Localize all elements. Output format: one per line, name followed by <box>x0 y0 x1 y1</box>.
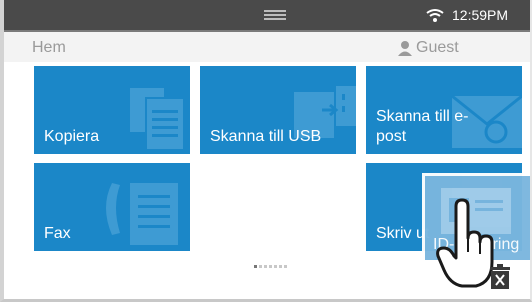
page-title: Hem <box>32 39 66 56</box>
tile-label: Skanna till e-post <box>376 108 469 145</box>
user-login[interactable]: Guest <box>416 39 459 57</box>
home-screen: 12:59PM Hem Guest Kopiera Skanna till US… <box>0 0 532 302</box>
user-icon <box>398 41 412 56</box>
drag-handle-icon[interactable] <box>264 10 286 22</box>
header-bar: Hem Guest <box>4 32 530 62</box>
tile-scan-to-usb[interactable]: Skanna till USB <box>200 66 356 154</box>
status-bar: 12:59PM <box>4 0 530 32</box>
page-dot[interactable] <box>284 265 287 269</box>
page-dot[interactable] <box>264 265 267 269</box>
fax-icon <box>106 183 178 245</box>
tile-fax[interactable]: Fax <box>34 163 190 251</box>
tile-label: Kopiera <box>44 128 100 145</box>
wifi-icon <box>426 9 444 22</box>
page-dot[interactable] <box>269 265 272 269</box>
trash-icon[interactable] <box>488 264 512 290</box>
page-dot[interactable] <box>279 265 282 269</box>
page-indicator <box>254 258 289 276</box>
tile-scan-to-email[interactable]: Skanna till e-post <box>366 66 522 154</box>
copy-icon <box>130 88 185 151</box>
page-dot[interactable] <box>274 265 277 269</box>
page-dot[interactable] <box>254 265 257 269</box>
tile-copy[interactable]: Kopiera <box>34 66 190 154</box>
page-dot[interactable] <box>259 265 262 269</box>
tile-label: Skanna till USB <box>210 128 322 145</box>
tile-label: Fax <box>44 225 71 242</box>
clock: 12:59PM <box>452 7 509 23</box>
